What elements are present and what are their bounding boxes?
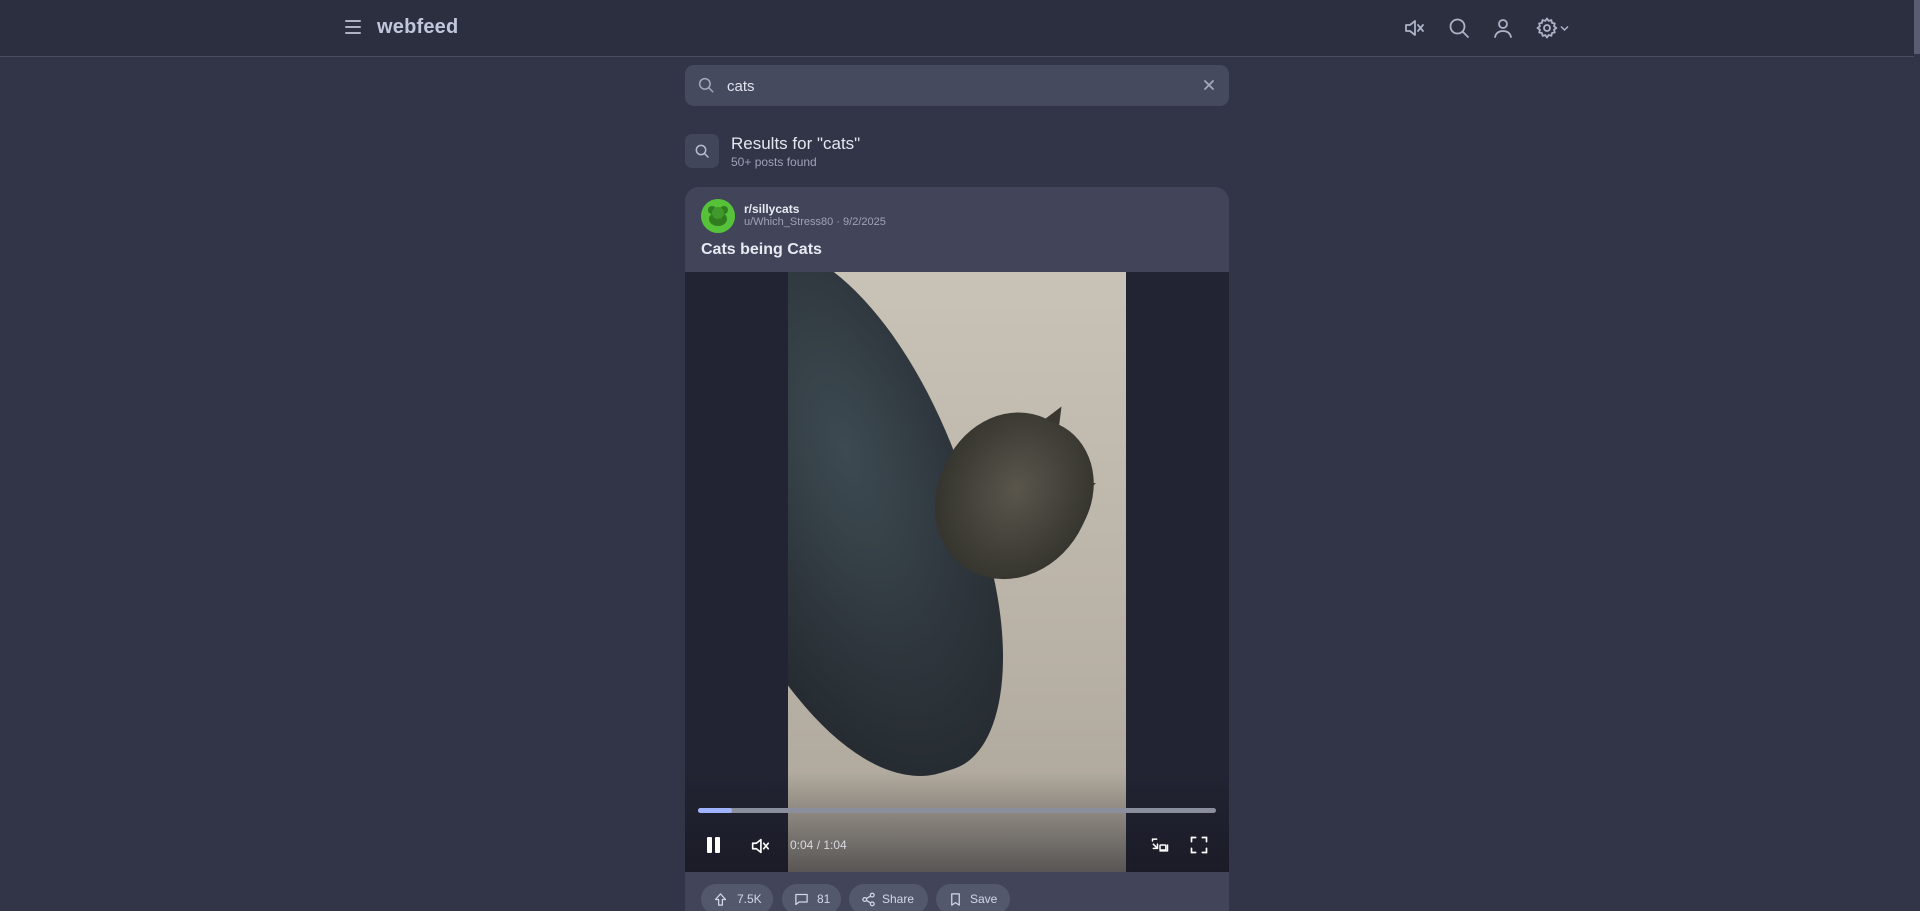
bookmark-icon [951,893,960,906]
search-icon [698,77,714,93]
upvote-count: 7.5K [737,892,762,906]
post-byline: u/Which_Stress80 · 9/2/2025 [744,216,886,228]
page-scrollbar[interactable] [1914,0,1920,911]
fullscreen-icon[interactable] [1189,835,1209,860]
gear-icon [1536,17,1558,39]
subreddit-name[interactable]: r/sillycats [744,202,799,216]
results-count: 50+ posts found [731,155,817,169]
results-title: Results for "cats" [731,134,861,153]
subreddit-avatar[interactable] [701,199,735,233]
pause-icon[interactable] [705,835,723,860]
comments-button[interactable]: 81 [782,884,841,911]
app-logo[interactable]: webfeed [377,16,458,39]
settings-button[interactable] [1535,16,1571,42]
video-time: 0:04 / 1:04 [790,838,847,852]
search-input[interactable] [725,74,1169,98]
mute-icon[interactable] [1402,16,1428,42]
share-label: Share [882,892,915,906]
user-icon[interactable] [1491,16,1517,42]
top-navbar: webfeed [0,0,1914,57]
post-title[interactable]: Cats being Cats [701,241,822,259]
comment-count: 81 [817,892,831,906]
video-player[interactable]: 0:04 / 1:04 [685,272,1229,872]
upvote-button[interactable]: 7.5K [701,884,773,911]
menu-icon[interactable] [342,17,364,39]
upvote-icon [714,893,727,906]
mute-icon[interactable] [749,835,771,862]
video-progress-fill [698,808,732,813]
comment-icon [795,893,808,906]
share-button[interactable]: Share [849,884,928,911]
pip-icon[interactable] [1150,835,1170,860]
search-bar [685,65,1229,106]
video-progress-bar[interactable] [698,808,1216,813]
share-icon [862,892,875,907]
search-icon[interactable] [1447,16,1473,42]
save-label: Save [970,892,998,906]
results-search-icon [685,134,719,168]
save-button[interactable]: Save [936,884,1010,911]
scrollbar-thumb[interactable] [1914,0,1920,54]
close-icon[interactable] [1201,77,1217,93]
results-header: Results for "cats" 50+ posts found [685,134,1229,170]
chevron-down-icon [1560,25,1569,32]
post-card[interactable]: r/sillycats u/Which_Stress80 · 9/2/2025 … [685,187,1229,911]
